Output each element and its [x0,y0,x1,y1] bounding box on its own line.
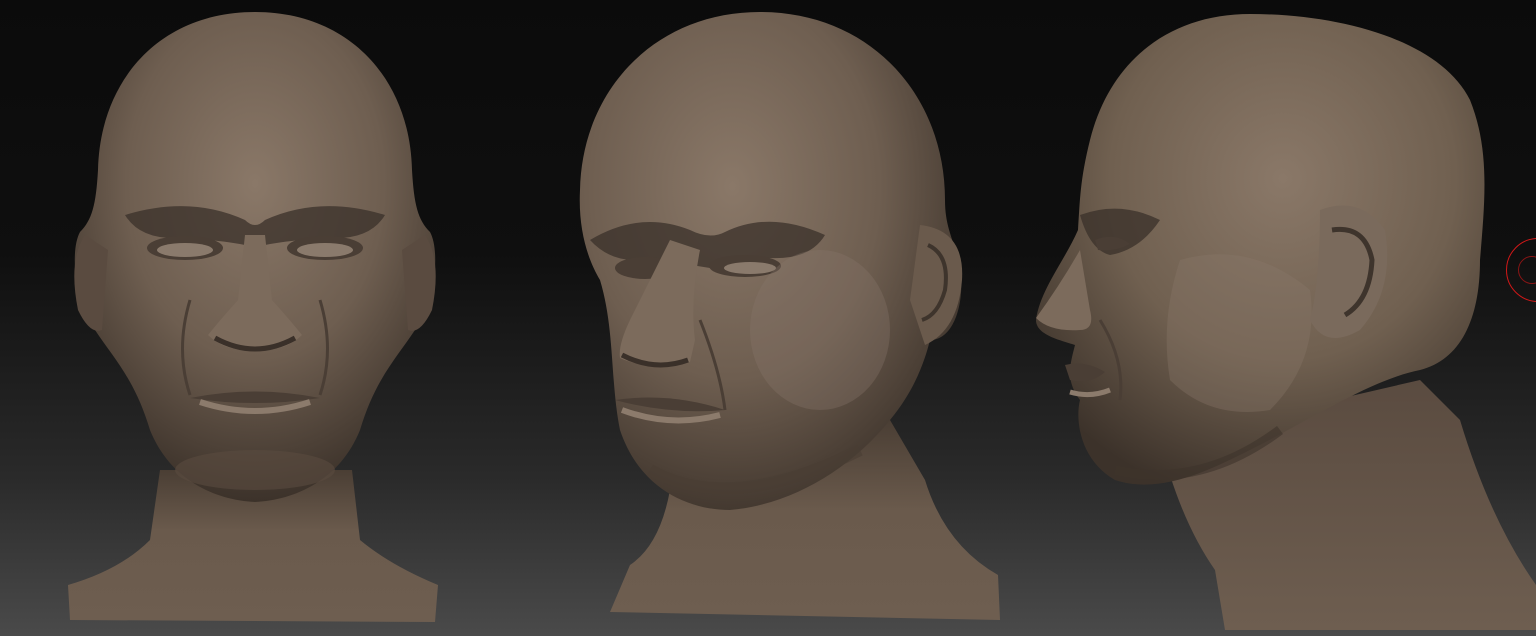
head-three-quarter-view [579,12,1000,620]
head-front-view [68,12,438,622]
head-profile-view [1036,14,1536,630]
sculpt-canvas[interactable] [0,0,1536,636]
